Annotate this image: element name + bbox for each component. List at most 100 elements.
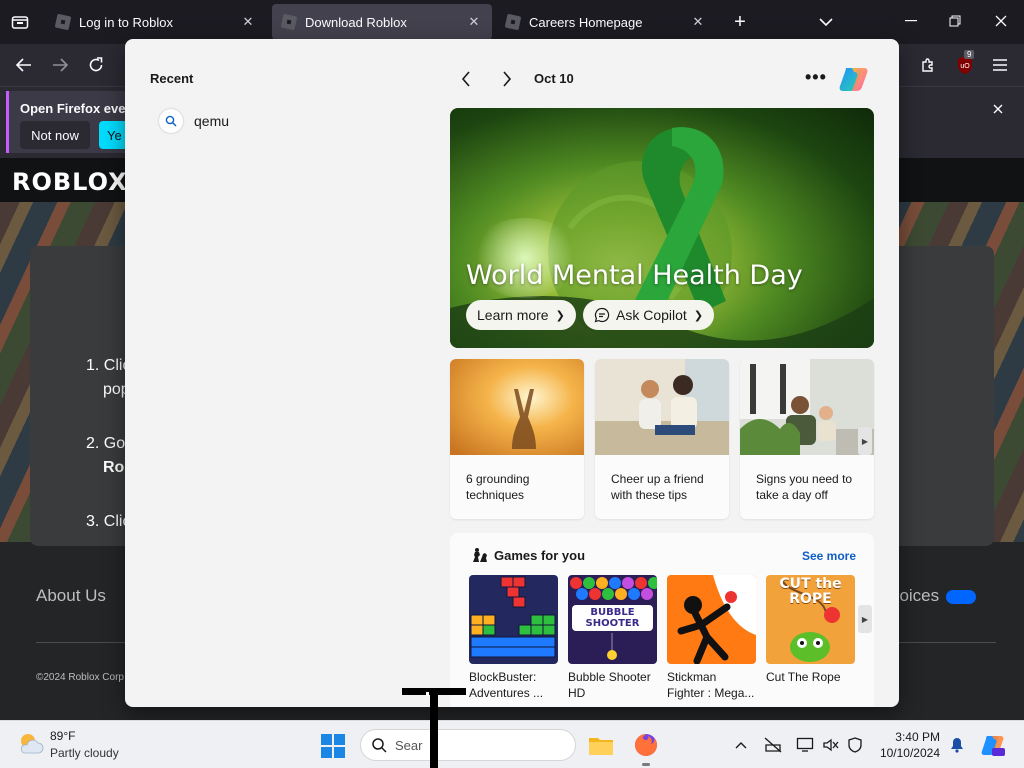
tab-careers-homepage[interactable]: Careers Homepage ✕ xyxy=(496,4,716,40)
stickman-fighter-game-image xyxy=(667,575,756,664)
game-name: Bubble Shooter HD xyxy=(568,670,651,700)
minimize-icon[interactable] xyxy=(900,10,922,32)
article-card[interactable]: Signs you need to take a day off xyxy=(740,359,874,519)
privacy-choices-link[interactable]: hoices xyxy=(890,586,976,606)
recent-search-item[interactable]: qemu xyxy=(159,109,229,133)
chevron-right-icon: ❯ xyxy=(555,309,565,322)
ask-copilot-label: Ask Copilot xyxy=(616,307,687,323)
partly-cloudy-weather-icon[interactable] xyxy=(16,731,44,757)
friends-chatting-image xyxy=(595,359,729,455)
roblox-logo[interactable]: ROBLOX xyxy=(12,168,128,196)
game-name: Stickman Fighter : Mega... xyxy=(667,670,755,700)
hero-card-world-mental-health-day[interactable]: World Mental Health Day Learn more ❯ Ask… xyxy=(450,108,874,348)
copyright-text: ©2024 Roblox Corp xyxy=(36,672,124,683)
ask-copilot-button[interactable]: Ask Copilot ❯ xyxy=(583,300,715,330)
roblox-favicon-icon xyxy=(54,13,72,31)
previous-day-chevron-icon[interactable] xyxy=(454,67,478,91)
windows-start-icon[interactable] xyxy=(320,733,346,759)
new-tab-button[interactable]: + xyxy=(728,10,752,34)
tab-title: Download Roblox xyxy=(305,14,407,30)
close-tab-icon[interactable]: ✕ xyxy=(240,14,256,30)
notification-message: Open Firefox ever xyxy=(20,101,131,116)
search-icon xyxy=(159,109,183,133)
games-heading: Games for you xyxy=(470,547,585,563)
tab-list-icon[interactable] xyxy=(0,4,40,40)
about-us-link[interactable]: About Us xyxy=(36,586,106,606)
step-text: pop xyxy=(103,381,130,398)
article-title: Signs you need to take a day off xyxy=(756,472,853,502)
step-text: Go xyxy=(103,435,126,452)
clock-time: 3:40 PM xyxy=(895,730,940,744)
system-clock[interactable]: 3:40 PM 10/10/2024 xyxy=(876,729,940,761)
learn-more-label: Learn more xyxy=(477,307,549,323)
chat-bubble-icon xyxy=(594,307,610,323)
step-1: 1. Clic pop xyxy=(86,354,130,402)
game-name: BlockBuster: Adventures ... xyxy=(469,670,544,700)
bubble-shooter-art-text: BUBBLE SHOOTER xyxy=(585,607,640,629)
firefox-icon[interactable] xyxy=(633,732,659,758)
chevron-up-icon[interactable] xyxy=(732,736,750,754)
close-notification-icon[interactable] xyxy=(988,99,1008,119)
not-now-button[interactable]: Not now xyxy=(20,121,90,149)
scroll-right-arrow-icon[interactable]: ▶ xyxy=(858,605,872,633)
network-disconnected-icon[interactable] xyxy=(764,736,782,754)
close-window-icon[interactable] xyxy=(990,10,1012,32)
scroll-right-arrow-icon[interactable]: ▶ xyxy=(858,427,872,455)
father-child-laptop-image xyxy=(740,359,874,455)
games-for-you-section: Games for you See more BlockBuster: Adve… xyxy=(450,533,874,707)
tab-log-in-roblox[interactable]: Log in to Roblox ✕ xyxy=(46,4,266,40)
back-arrow-icon[interactable] xyxy=(12,53,36,77)
tab-download-roblox[interactable]: Download Roblox ✕ xyxy=(272,4,492,40)
recent-search-text: qemu xyxy=(194,113,230,129)
article-title: 6 grounding techniques xyxy=(466,472,530,502)
tab-title: Careers Homepage xyxy=(529,14,643,30)
more-options-icon[interactable]: ••• xyxy=(805,67,827,88)
weather-condition-text[interactable]: Partly cloudy xyxy=(50,746,119,760)
next-day-chevron-icon[interactable] xyxy=(495,67,519,91)
chess-pieces-icon xyxy=(470,547,488,563)
hamburger-menu-icon[interactable] xyxy=(988,53,1012,77)
cut-the-rope-art-text: CUT the ROPE xyxy=(779,576,842,607)
extensions-puzzle-icon[interactable] xyxy=(916,53,940,77)
copilot-logo-icon[interactable] xyxy=(837,62,871,96)
game-tile[interactable]: CUT the ROPE Cut The Rope xyxy=(766,575,855,685)
see-more-link[interactable]: See more xyxy=(802,549,856,563)
chevron-right-icon: ❯ xyxy=(693,309,704,322)
extension-badge-count: 9 xyxy=(964,50,975,59)
volume-muted-icon[interactable] xyxy=(822,736,840,754)
article-title: Cheer up a friend with these tips xyxy=(611,472,704,502)
roblox-favicon-icon xyxy=(504,13,522,31)
step-number: 2. xyxy=(86,435,100,452)
restore-icon[interactable] xyxy=(944,10,966,32)
blockbuster-game-image xyxy=(469,575,558,664)
file-explorer-icon[interactable] xyxy=(588,732,614,758)
svg-text:uO: uO xyxy=(960,63,970,70)
step-3: 3. Clic xyxy=(86,510,130,534)
temperature-text[interactable]: 89°F xyxy=(50,729,75,743)
learn-more-button[interactable]: Learn more ❯ xyxy=(466,300,576,330)
chevron-down-icon[interactable] xyxy=(814,10,838,34)
article-card[interactable]: 6 grounding techniques xyxy=(450,359,584,519)
copilot-taskbar-icon[interactable] xyxy=(980,732,1006,758)
step-number: 1. xyxy=(86,357,100,374)
reload-icon[interactable] xyxy=(84,53,108,77)
monitor-icon[interactable] xyxy=(796,736,814,754)
game-tile[interactable]: BlockBuster: Adventures ... xyxy=(469,575,558,701)
forward-arrow-icon[interactable] xyxy=(48,53,72,77)
notification-bell-icon[interactable] xyxy=(948,736,966,754)
game-name: Cut The Rope xyxy=(766,670,841,684)
close-tab-icon[interactable]: ✕ xyxy=(690,14,706,30)
ublock-origin-icon[interactable]: uO 9 xyxy=(952,50,978,78)
hero-title: World Mental Health Day xyxy=(466,260,803,291)
game-tile[interactable]: Stickman Fighter : Mega... xyxy=(667,575,756,701)
close-tab-icon[interactable]: ✕ xyxy=(466,14,482,30)
game-tile[interactable]: BUBBLE SHOOTER Bubble Shooter HD xyxy=(568,575,657,701)
security-shield-icon[interactable] xyxy=(846,736,864,754)
text-cursor-icon xyxy=(402,688,466,768)
privacy-toggle-icon xyxy=(945,589,976,604)
article-card[interactable]: Cheer up a friend with these tips xyxy=(595,359,729,519)
yoga-sunset-image xyxy=(450,359,584,455)
bubble-shooter-game-image: BUBBLE SHOOTER xyxy=(568,575,657,664)
taskbar-search-box[interactable]: Sear xyxy=(360,729,576,761)
recent-heading: Recent xyxy=(150,71,194,86)
